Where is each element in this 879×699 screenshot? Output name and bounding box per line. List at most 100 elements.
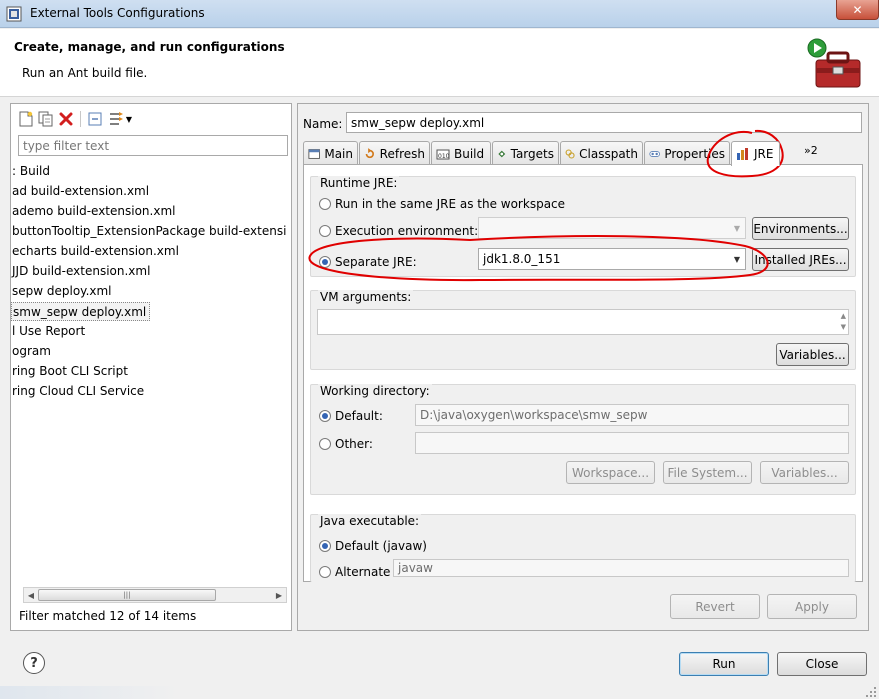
chevron-down-icon: ▼ <box>733 223 741 233</box>
collapse-all-icon <box>88 112 102 126</box>
runtime-jre-group: Runtime JRE: Run in the same JRE as the … <box>310 176 856 277</box>
workdir-default-field: D:\java\oxygen\workspace\smw_sepw <box>415 404 849 426</box>
scroll-left-arrow-icon[interactable]: ◀ <box>24 588 38 602</box>
radio-button[interactable] <box>319 198 331 210</box>
close-window-button[interactable]: ✕ <box>836 0 879 20</box>
separate-jre-select[interactable]: jdk1.8.0_151 ▼ <box>478 248 746 270</box>
workspace-button: Workspace... <box>566 461 655 484</box>
radio-button-selected[interactable] <box>319 410 331 422</box>
collapse-all-button[interactable] <box>86 110 104 128</box>
list-item[interactable]: echarts build-extension.xml <box>11 242 179 261</box>
scroll-right-arrow-icon[interactable]: ▶ <box>272 588 286 602</box>
list-item[interactable]: sepw deploy.xml <box>11 282 112 301</box>
scrollbar-thumb[interactable]: ||| <box>38 589 216 601</box>
list-item[interactable]: ogram <box>11 342 51 361</box>
build-icon: 010 <box>436 149 450 160</box>
duplicate-button[interactable] <box>37 110 55 128</box>
window-edge-decoration <box>0 686 180 699</box>
workdir-other-radio[interactable]: Other: <box>319 437 373 451</box>
tab-classpath[interactable]: Classpath <box>560 141 643 165</box>
environments-button[interactable]: Environments... <box>752 217 849 240</box>
radio-button[interactable] <box>319 566 331 578</box>
tab-strip: Main Refresh 010 Build Targets Classpath… <box>303 141 863 166</box>
tab-overflow-chevron-icon[interactable]: »2 <box>804 144 818 157</box>
radio-button[interactable] <box>319 225 331 237</box>
vm-arguments-textarea[interactable]: ▲ ▼ <box>317 309 849 335</box>
chevron-down-icon: ▼ <box>125 114 133 124</box>
help-icon[interactable]: ? <box>23 652 45 674</box>
configuration-tree: : Build ad build-extension.xml ademo bui… <box>11 162 291 582</box>
tab-main[interactable]: Main <box>303 141 358 165</box>
radio-button-selected[interactable] <box>319 540 331 552</box>
delete-x-icon <box>59 112 73 126</box>
classpath-icon <box>565 148 575 159</box>
revert-button: Revert <box>670 594 760 619</box>
window-title: External Tools Configurations <box>30 6 205 20</box>
list-item[interactable]: ring Cloud CLI Service <box>11 382 144 401</box>
list-toolbar: ▼ <box>17 109 134 129</box>
file-system-button: File System... <box>663 461 752 484</box>
main-tab-icon <box>308 148 320 159</box>
list-item[interactable]: ad build-extension.xml <box>11 182 149 201</box>
installed-jres-button[interactable]: Installed JREs... <box>752 248 849 271</box>
vm-arguments-group: VM arguments: ▲ ▼ Variables... <box>310 290 856 370</box>
working-directory-group: Working directory: Default: D:\java\oxyg… <box>310 384 856 495</box>
runtime-jre-label: Runtime JRE: <box>318 176 400 190</box>
name-input[interactable] <box>346 112 862 133</box>
close-button[interactable]: Close <box>777 652 867 676</box>
same-jre-radio[interactable]: Run in the same JRE as the workspace <box>319 197 565 211</box>
tab-jre[interactable]: JRE <box>731 141 780 166</box>
execution-environment-radio[interactable]: Execution environment: <box>319 224 478 238</box>
run-button[interactable]: Run <box>679 652 769 676</box>
workdir-other-field <box>415 432 849 454</box>
resize-grip-icon[interactable] <box>865 686 877 698</box>
working-directory-label: Working directory: <box>318 384 432 398</box>
title-bar: External Tools Configurations ✕ <box>0 0 879 28</box>
list-item[interactable]: JJD build-extension.xml <box>11 262 150 281</box>
workdir-default-radio[interactable]: Default: <box>319 409 383 423</box>
tab-build[interactable]: 010 Build <box>431 141 491 165</box>
toolbar-separator <box>80 111 81 127</box>
eclipse-app-icon <box>6 6 22 22</box>
svg-text:010: 010 <box>438 153 450 160</box>
tab-refresh[interactable]: Refresh <box>359 141 430 165</box>
new-configuration-button[interactable] <box>17 110 35 128</box>
chevron-down-icon: ▼ <box>733 254 741 264</box>
list-item[interactable]: l Use Report <box>11 322 85 341</box>
filter-icon <box>109 112 123 125</box>
close-icon: ✕ <box>852 2 863 17</box>
configuration-list-panel: ▼ : Build ad build-extension.xml ademo b… <box>10 103 292 631</box>
dialog-header: Create, manage, and run configurations R… <box>0 29 879 97</box>
delete-button[interactable] <box>57 110 75 128</box>
radio-button[interactable] <box>319 438 331 450</box>
list-item[interactable]: : Build <box>11 162 50 181</box>
tab-targets[interactable]: Targets <box>492 141 559 165</box>
toolbox-run-icon <box>807 38 861 88</box>
separate-jre-radio[interactable]: Separate JRE: <box>319 255 417 269</box>
filter-configurations-button[interactable]: ▼ <box>106 110 134 128</box>
properties-icon <box>649 150 660 157</box>
java-executable-label: Java executable: <box>318 514 422 528</box>
java-default-radio[interactable]: Default (javaw) <box>319 539 427 553</box>
radio-button-selected[interactable] <box>319 256 331 268</box>
list-item[interactable]: ring Boot CLI Script <box>11 362 128 381</box>
apply-button: Apply <box>767 594 857 619</box>
tab-properties[interactable]: Properties <box>644 141 730 165</box>
refresh-icon <box>365 147 374 158</box>
jre-tab-content: Runtime JRE: Run in the same JRE as the … <box>303 164 863 582</box>
filter-input[interactable] <box>18 135 288 156</box>
vm-variables-button[interactable]: Variables... <box>776 343 849 366</box>
vm-arguments-label: VM arguments: <box>318 290 414 304</box>
horizontal-scrollbar[interactable]: ◀ ||| ▶ <box>23 587 287 603</box>
list-item-selected[interactable]: smw_sepw deploy.xml <box>11 302 151 321</box>
alternate-java-field: javaw <box>393 559 849 577</box>
java-alternate-radio[interactable]: Alternate <box>319 565 390 579</box>
filter-status-text: Filter matched 12 of 14 items <box>19 609 197 623</box>
list-item[interactable]: ademo build-extension.xml <box>11 202 175 221</box>
new-file-icon <box>19 111 33 127</box>
list-item[interactable]: buttonTooltip_ExtensionPackage build-ext… <box>11 222 286 241</box>
scroll-arrows-icon[interactable]: ▲ ▼ <box>841 311 846 333</box>
configuration-editor-panel: Name: Main Refresh 010 Build Targets Cla… <box>297 103 869 631</box>
copy-icon <box>38 111 53 127</box>
header-title: Create, manage, and run configurations <box>14 40 285 54</box>
